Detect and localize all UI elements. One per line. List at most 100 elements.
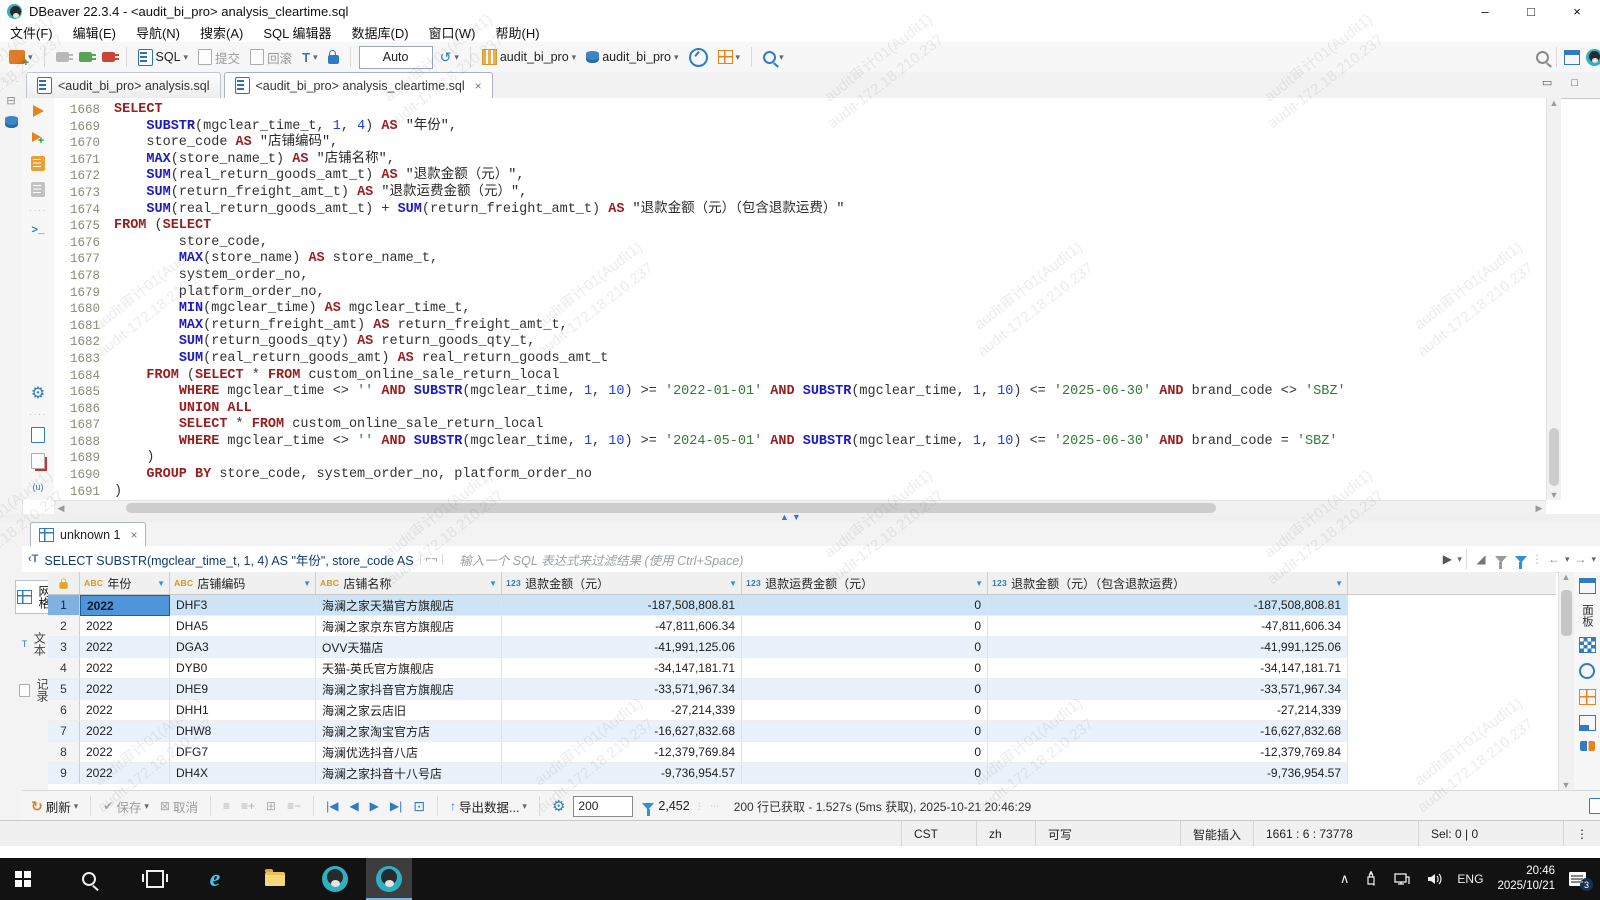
grid-cell[interactable]: -33,571,967.34	[502, 679, 742, 700]
taskbar-ie-button[interactable]: e	[192, 858, 238, 900]
grid-cell[interactable]: 海澜之家抖音十八号店	[316, 763, 502, 784]
expand-filter-icon[interactable]: ⌐¬	[419, 553, 444, 565]
column-header[interactable]: 123 退款金额（元）（包含退款运费） ▼	[988, 572, 1348, 594]
taskbar-dbeaver-active-button[interactable]	[366, 858, 412, 900]
result-settings-button[interactable]: ⚙	[549, 794, 568, 818]
first-page-button[interactable]: |◀	[323, 794, 341, 818]
row-number-cell[interactable]: 6	[48, 700, 80, 721]
quick-search-button[interactable]	[1533, 45, 1552, 69]
grid-cell[interactable]: -27,214,339	[502, 700, 742, 721]
volume-icon[interactable]	[1425, 871, 1443, 887]
filter-query-text[interactable]: SELECT SUBSTR(mgclear_time_t, 1, 4) AS "…	[44, 550, 413, 569]
grid-cell[interactable]: 2022	[80, 700, 170, 721]
column-header[interactable]: ABC 店铺名称 ▼	[316, 572, 502, 594]
grid-cell[interactable]: -41,991,125.06	[988, 637, 1348, 658]
grid-cell[interactable]: 2022	[80, 721, 170, 742]
grid-cell[interactable]: 天猫-英氏官方旗舰店	[316, 658, 502, 679]
editor-settings-button[interactable]: ⚙	[22, 380, 54, 406]
prev-page-button[interactable]: ◀	[346, 794, 361, 818]
reconnect-button[interactable]	[76, 45, 96, 69]
grid-cell[interactable]: 0	[742, 595, 988, 616]
disconnect-button[interactable]	[99, 45, 119, 69]
code-line[interactable]: 1676 store_code,	[54, 235, 1546, 252]
start-button[interactable]	[0, 858, 46, 900]
code-line[interactable]: 1675 FROM (SELECT	[54, 218, 1546, 235]
row-number-cell[interactable]: 7	[48, 721, 80, 742]
execute-script-button[interactable]	[22, 150, 54, 176]
grid-cell[interactable]: -47,811,606.34	[502, 616, 742, 637]
filter-history-dropdown[interactable]: ▾	[1457, 554, 1462, 565]
grid-cell[interactable]: 0	[742, 742, 988, 763]
back-button[interactable]: ←	[1543, 552, 1565, 566]
sort-dropdown-icon[interactable]: ▼	[303, 579, 311, 588]
templates-button[interactable]: (u)	[22, 474, 54, 500]
duplicate-row-button[interactable]: ⊞	[263, 794, 279, 818]
sql-editor-button[interactable]: SQL ▾	[135, 45, 192, 69]
code-line[interactable]: 1684 FROM (SELECT * FROM custom_online_s…	[54, 368, 1546, 385]
maximize-button[interactable]: □	[1508, 0, 1554, 22]
grid-cell[interactable]: 海澜之家淘宝官方店	[316, 721, 502, 742]
taskbar-clock[interactable]: 20:46 2025/10/21	[1497, 864, 1555, 894]
scroll-thumb[interactable]	[126, 503, 1216, 513]
panels-toggle-icon[interactable]	[1578, 578, 1596, 594]
view-tab-text[interactable]: 文本 T	[21, 628, 50, 660]
grid-cell[interactable]: DHF3	[170, 595, 316, 616]
sort-dropdown-icon[interactable]: ▼	[975, 579, 983, 588]
apply-filter-button[interactable]: ▶	[1437, 552, 1457, 566]
search-button[interactable]: ▾	[760, 45, 787, 69]
grid-cell[interactable]: -9,736,954.57	[988, 763, 1348, 784]
code-line[interactable]: 1674 SUM(real_return_goods_amt_t) + SUM(…	[54, 202, 1546, 219]
grid-cell[interactable]: 海澜优选抖音八店	[316, 742, 502, 763]
close-results-icon[interactable]: ×	[130, 528, 137, 542]
schema-selector[interactable]: audit_bi_pro ▾	[583, 45, 681, 69]
close-button[interactable]: ×	[1554, 0, 1600, 22]
copy-result-button[interactable]	[1586, 794, 1600, 818]
forward-dropdown[interactable]: ▾	[1591, 554, 1596, 565]
grid-cell[interactable]: 0	[742, 679, 988, 700]
remove-filter-icon[interactable]	[1491, 555, 1511, 569]
profile-button[interactable]	[1583, 45, 1600, 69]
calc-panel-icon[interactable]	[1579, 741, 1595, 751]
code-line[interactable]: 1689 )	[54, 450, 1546, 467]
filter-input-placeholder[interactable]: 输入一个 SQL 表达式来过滤结果 (使用 Ctrl+Space)	[459, 550, 743, 569]
code-line[interactable]: 1680 MIN(mgclear_time) AS mgclear_time_t…	[54, 301, 1546, 318]
connection-selector[interactable]: audit_bi_pro ▾	[479, 45, 579, 69]
code-line[interactable]: 1677 MAX(store_name) AS store_name_t,	[54, 251, 1546, 268]
grid-cell[interactable]: 海澜之家抖音官方旗舰店	[316, 679, 502, 700]
grid-cell[interactable]: -47,811,606.34	[988, 616, 1348, 637]
grid-cell[interactable]: 0	[742, 637, 988, 658]
column-header[interactable]: 123 退款金额（元） ▼	[502, 572, 742, 594]
new-connection-button[interactable]: ▾	[6, 45, 36, 69]
grid-cell[interactable]: 2022	[80, 742, 170, 763]
grid-cell[interactable]: 0	[742, 721, 988, 742]
grid-cell[interactable]: -12,379,769.84	[988, 742, 1348, 763]
transaction-log-button[interactable]: T ▾	[299, 45, 320, 69]
forward-button[interactable]: →	[1569, 552, 1591, 566]
dashboard-button[interactable]	[686, 45, 711, 69]
grid-cell[interactable]: 0	[742, 700, 988, 721]
execute-statement-button[interactable]	[22, 98, 54, 124]
grid-cell[interactable]: -41,991,125.06	[502, 637, 742, 658]
code-line[interactable]: 1670 store_code AS "店铺编码",	[54, 135, 1546, 152]
scroll-down-icon[interactable]: ▼	[1559, 780, 1573, 790]
scroll-up-icon[interactable]: ▲	[1547, 98, 1561, 108]
lock-button[interactable]	[325, 45, 342, 69]
tray-expand-icon[interactable]: ∧	[1340, 871, 1350, 887]
network-icon[interactable]	[1393, 871, 1411, 887]
editor-window-controls[interactable]: ▭ □	[1542, 76, 1586, 89]
next-page-button[interactable]: ▶	[367, 794, 382, 818]
erase-filter-icon[interactable]: ◢	[1471, 552, 1491, 566]
grid-cell[interactable]: DGA3	[170, 637, 316, 658]
delete-row-button[interactable]: ≡−	[284, 794, 304, 818]
focus-cell-button[interactable]: ⊡	[410, 794, 428, 818]
export-data-button[interactable]: ↑ 导出数据... ▾	[447, 794, 530, 818]
grid-cell[interactable]: 海澜之家天猫官方旗舰店	[316, 595, 502, 616]
grid-cell[interactable]: 海澜之家云店旧	[316, 700, 502, 721]
column-header[interactable]: ABC 店铺编码 ▼	[170, 572, 316, 594]
tx-history-button[interactable]: ↺ ▾	[437, 45, 462, 69]
grid-cell[interactable]: DHE9	[170, 679, 316, 700]
column-header[interactable]: ABC 年份 ▼	[80, 572, 170, 594]
grid-cell[interactable]: 2022	[80, 637, 170, 658]
database-navigator-icon[interactable]	[4, 115, 18, 130]
code-line[interactable]: 1681 MAX(return_freight_amt) AS return_f…	[54, 318, 1546, 335]
